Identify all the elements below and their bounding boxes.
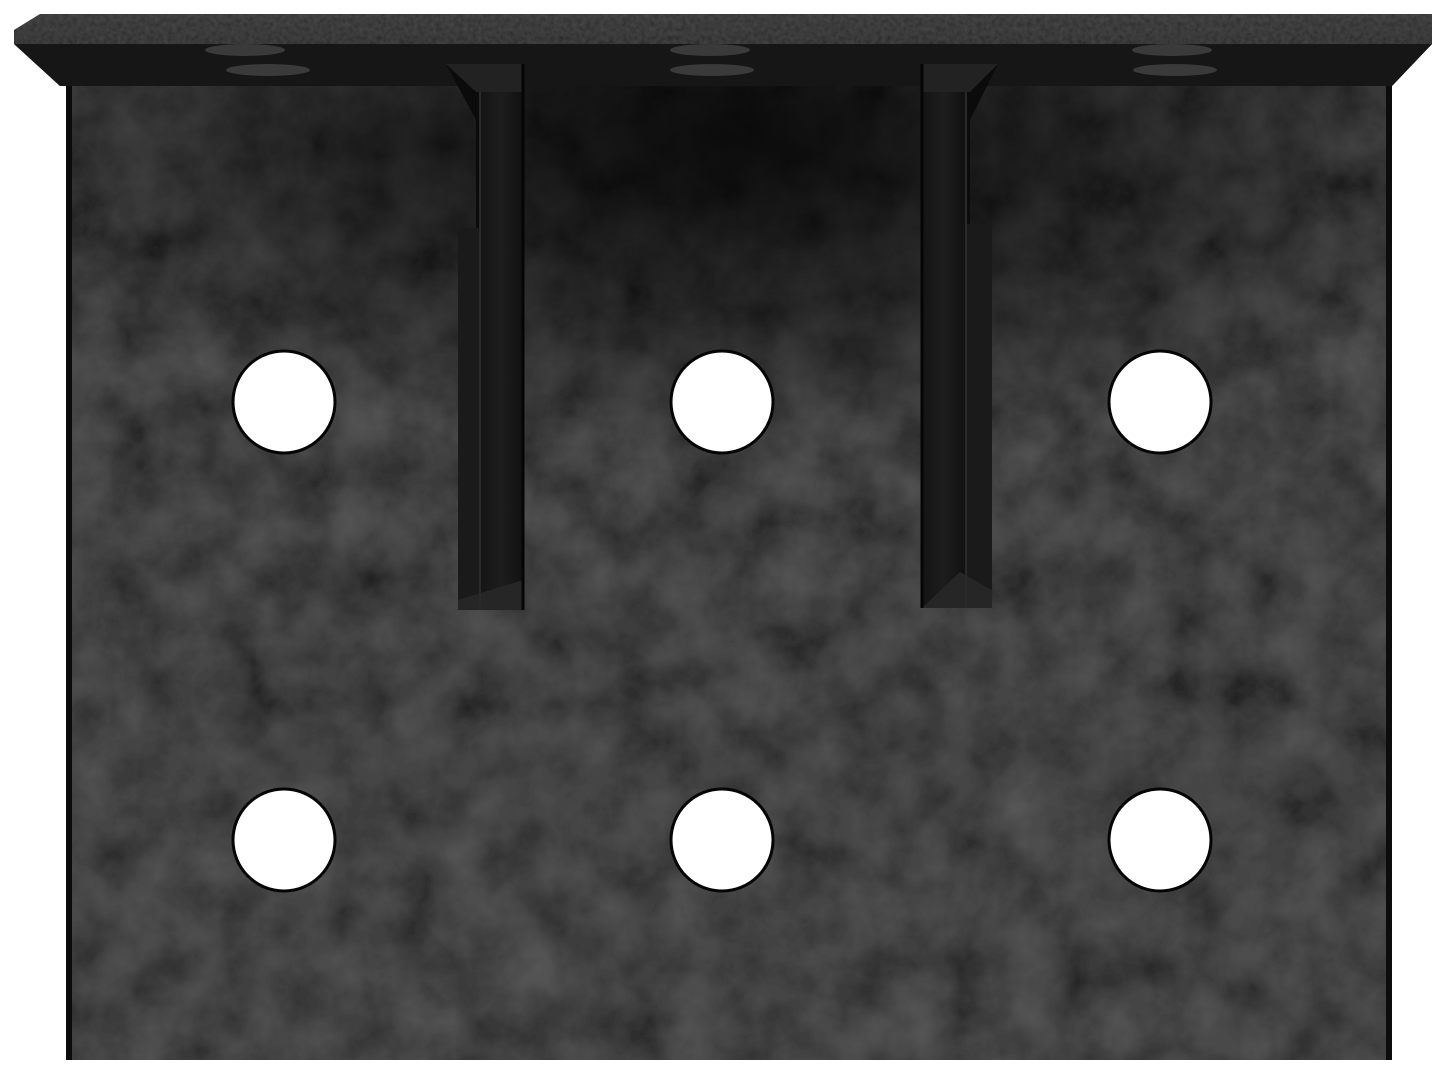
angle-bracket-illustration bbox=[14, 14, 1432, 1060]
hole-icon bbox=[234, 790, 334, 890]
hole-icon bbox=[234, 352, 334, 452]
hole-icon bbox=[672, 790, 772, 890]
hole-icon bbox=[1110, 352, 1210, 452]
front-plate bbox=[66, 86, 1392, 1060]
product-photo bbox=[0, 0, 1445, 1072]
hole-icon bbox=[672, 352, 772, 452]
top-flange bbox=[14, 14, 1432, 86]
hole-icon bbox=[1110, 790, 1210, 890]
